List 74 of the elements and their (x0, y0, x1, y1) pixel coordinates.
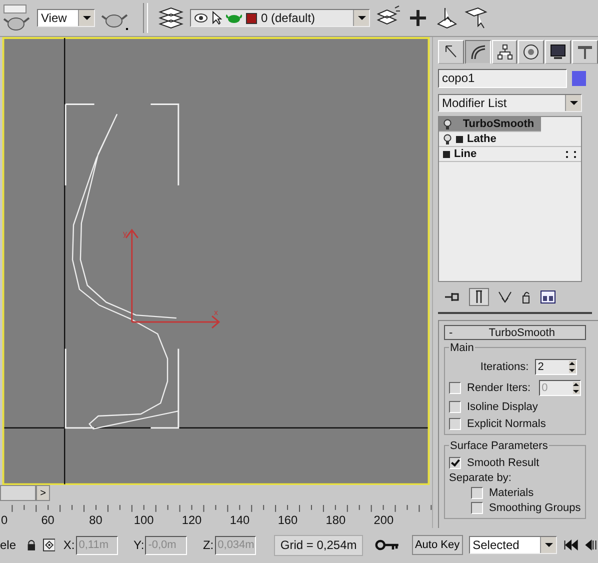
frame-number: 60 (41, 513, 54, 528)
frame-number: 80 (89, 513, 102, 528)
expand-icon[interactable] (456, 136, 463, 142)
axis-label: y (122, 228, 127, 238)
frame-number: 120 (182, 513, 202, 528)
pointer-icon (212, 11, 222, 25)
frame-number: 140 (230, 513, 250, 528)
render-iters-label: Render Iters: (467, 382, 531, 394)
checkbox-label: Smooth Result (467, 457, 540, 469)
light-bulb-icon[interactable] (443, 118, 452, 130)
group-label: Main (449, 342, 475, 354)
rollout-title: TurboSmooth (488, 326, 556, 338)
view-dropdown[interactable]: View (37, 9, 95, 27)
object-name-field[interactable]: copo1 (438, 69, 567, 88)
sub-object-icon (565, 150, 577, 158)
smooth-result-checkbox[interactable] (449, 457, 461, 469)
next-frame-button[interactable]: > (36, 485, 50, 502)
lock-icon[interactable] (26, 538, 37, 552)
monitor-icon (549, 43, 568, 61)
stack-item[interactable]: Line (439, 147, 581, 162)
hierarchy-icon (496, 43, 514, 61)
modifier-list-dropdown[interactable]: Modifier List (438, 94, 582, 112)
frame-number: 200 (374, 513, 394, 528)
light-bulb-icon[interactable] (443, 134, 452, 144)
frame-number: 180 (326, 513, 346, 528)
x-label: X: (63, 538, 75, 552)
frame-number: 0 (0, 513, 8, 528)
modify-tab[interactable] (464, 40, 491, 64)
rollout-header[interactable]: - TurboSmooth (444, 325, 586, 340)
frame-number: 160 (278, 513, 298, 528)
arc-icon (468, 43, 487, 61)
stack-item[interactable]: Lathe (439, 132, 581, 147)
checkbox-label: Materials (489, 487, 534, 499)
absolute-mode-icon[interactable] (42, 538, 56, 552)
frame-ruler[interactable]: 0 60 80 100 120 140 160 180 200 (0, 503, 432, 528)
configure-sets-icon[interactable] (540, 290, 556, 304)
create-tab[interactable] (438, 40, 464, 64)
checkbox-label: Explicit Normals (467, 418, 546, 430)
eye-icon (194, 12, 208, 24)
display-tab[interactable] (545, 40, 572, 64)
pin-icon[interactable] (444, 290, 460, 304)
group-label: Surface Parameters (449, 440, 549, 452)
collapse-sign: - (449, 326, 454, 338)
checkbox[interactable] (449, 418, 461, 430)
stack-item[interactable]: TurboSmooth (439, 117, 541, 132)
layer-color-icon (246, 12, 257, 24)
axis-label: x (214, 308, 218, 318)
frame-number: 100 (134, 513, 154, 528)
iterations-label: Iterations: (480, 361, 529, 373)
motion-tab[interactable] (518, 40, 544, 64)
y-label: Y: (134, 538, 144, 552)
hierarchy-tab[interactable] (492, 40, 518, 64)
checkbox[interactable] (471, 502, 483, 514)
checkbox[interactable] (449, 401, 461, 413)
z-label: Z: (202, 538, 214, 552)
grid-size-display: Grid = 0,254m (274, 534, 363, 556)
checkbox-label: Smoothing Groups (489, 502, 581, 514)
utilities-tab[interactable] (572, 40, 598, 64)
expand-icon[interactable] (443, 150, 450, 158)
key-icon[interactable] (374, 538, 400, 552)
key-mode-dropdown[interactable]: Selected (468, 536, 558, 554)
object-color-swatch[interactable] (572, 71, 586, 86)
prompt-text: ele (0, 538, 16, 552)
checkbox-label: Isoline Display (467, 401, 538, 413)
hammer-icon (576, 43, 594, 61)
checkbox[interactable] (471, 487, 483, 499)
separate-by-label: Separate by: (449, 472, 512, 484)
go-to-start-icon[interactable] (563, 539, 580, 551)
previous-frame-icon[interactable] (585, 539, 598, 551)
show-end-result-icon[interactable] (469, 288, 489, 306)
layer-dropdown[interactable]: 0 (default) (190, 9, 370, 27)
wheel-icon (522, 43, 540, 61)
iterations-spinner[interactable]: 2 (534, 359, 577, 375)
auto-key-button[interactable]: Auto Key (412, 535, 463, 555)
